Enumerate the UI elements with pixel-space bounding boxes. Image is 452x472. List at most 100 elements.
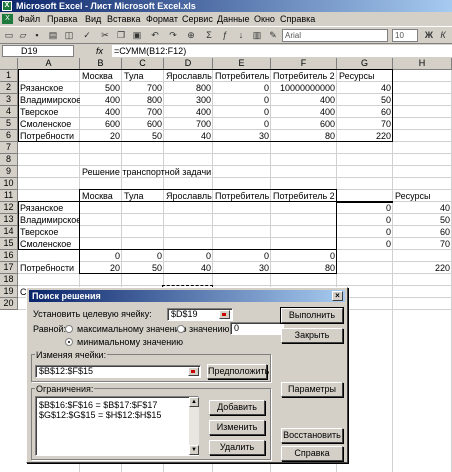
row-header[interactable]: 9 — [0, 166, 18, 178]
table1-value-cell[interactable]: 500 — [80, 82, 122, 94]
italic-icon[interactable]: К — [436, 29, 450, 42]
hyperlink-icon[interactable]: ⊕ — [184, 29, 198, 42]
table1-row-label[interactable]: Смоленское — [18, 118, 80, 130]
radio-min[interactable] — [65, 338, 73, 346]
scroll-down-icon[interactable]: ▼ — [189, 445, 199, 455]
table1-header-cell[interactable]: Потребитель 2 — [271, 70, 337, 82]
row-header[interactable]: 2 — [0, 82, 18, 94]
table2-demand-total[interactable]: 220 — [393, 262, 452, 274]
font-size-select[interactable]: 10 — [392, 29, 418, 42]
font-name-select[interactable]: Arial — [282, 29, 388, 42]
table2-g-cell[interactable]: 0 — [337, 238, 393, 250]
fx-icon[interactable]: fx — [96, 45, 103, 57]
table1-value-cell[interactable]: 0 — [213, 94, 271, 106]
row-header[interactable]: 20 — [0, 298, 18, 310]
cut-icon[interactable]: ✂ — [98, 29, 112, 42]
scroll-up-icon[interactable]: ▲ — [189, 397, 199, 407]
collapse-changing-icon[interactable] — [188, 367, 199, 376]
table2-h-cell[interactable]: 70 — [393, 238, 452, 250]
table1-value-cell[interactable]: 800 — [122, 94, 164, 106]
table1-header-cell[interactable]: Потребитель 1 — [213, 70, 271, 82]
paste-icon[interactable]: ▣ — [130, 29, 144, 42]
row-header[interactable]: 19 — [0, 286, 18, 298]
collapse-dialog-icon[interactable] — [219, 310, 230, 319]
row-header[interactable]: 6 — [0, 130, 18, 142]
table2-sum-cell[interactable]: 0 — [213, 250, 271, 262]
name-box[interactable]: D19 — [2, 45, 74, 57]
table1-value-cell[interactable]: 70 — [337, 118, 393, 130]
row-header[interactable]: 12 — [0, 202, 18, 214]
menu-insert[interactable]: Вставка — [107, 12, 140, 26]
select-all-corner[interactable] — [0, 58, 18, 70]
table2-h-cell[interactable]: 40 — [393, 202, 452, 214]
row-header[interactable]: 15 — [0, 238, 18, 250]
menu-window[interactable]: Окно — [254, 12, 275, 26]
chart-icon[interactable]: ▥ — [250, 29, 264, 42]
table1-value-cell[interactable]: 400 — [80, 94, 122, 106]
options-button[interactable]: Параметры — [281, 382, 343, 397]
sort-asc-icon[interactable]: ↓ — [234, 29, 248, 42]
open-icon[interactable]: ▱ — [16, 29, 30, 42]
table2-resources-header[interactable]: Ресурсы — [393, 190, 452, 202]
solve-button[interactable]: Выполнить — [280, 307, 344, 324]
table2-row-label[interactable]: Тверское — [18, 226, 80, 238]
add-constraint-button[interactable]: Добавить — [209, 400, 265, 415]
table1-value-cell[interactable]: 400 — [271, 94, 337, 106]
row-header[interactable]: 1 — [0, 70, 18, 82]
table1-value-cell[interactable]: 700 — [164, 118, 213, 130]
table2-row-label[interactable]: Владимирское — [18, 214, 80, 226]
drawing-icon[interactable]: ✎ — [266, 29, 280, 42]
help-button[interactable]: Справка — [281, 446, 343, 461]
row-header[interactable]: 4 — [0, 106, 18, 118]
excel-doc-icon[interactable]: X — [2, 14, 13, 24]
menu-data[interactable]: Данные — [217, 12, 250, 26]
table1-value-cell[interactable]: 600 — [271, 118, 337, 130]
constraint-item[interactable]: $G$12:$G$15 = $H$12:$H$15 — [39, 410, 195, 420]
menu-tools[interactable]: Сервис — [182, 12, 213, 26]
table1-header-cell[interactable]: Тула — [122, 70, 164, 82]
close-button[interactable]: Закрыть — [281, 328, 343, 343]
row-header[interactable]: 10 — [0, 178, 18, 190]
spell-icon[interactable]: ✓ — [80, 29, 94, 42]
table1-value-cell[interactable]: 10000000000 — [271, 82, 337, 94]
table1-value-cell[interactable]: 600 — [80, 118, 122, 130]
radio-value[interactable] — [177, 325, 185, 333]
row-header[interactable]: 13 — [0, 214, 18, 226]
row-header[interactable]: 18 — [0, 274, 18, 286]
reset-all-button[interactable]: Восстановить — [281, 428, 343, 443]
preview-icon[interactable]: ◫ — [62, 29, 76, 42]
table1-value-cell[interactable]: 0 — [213, 118, 271, 130]
close-icon[interactable]: × — [332, 291, 343, 301]
row-header[interactable]: 7 — [0, 142, 18, 154]
table1-value-cell[interactable]: 0 — [213, 82, 271, 94]
row-header[interactable]: 3 — [0, 94, 18, 106]
table2-g-cell[interactable]: 0 — [337, 214, 393, 226]
redo-icon[interactable]: ↷ — [166, 29, 180, 42]
save-icon[interactable]: ▪ — [30, 29, 44, 42]
changing-cells-input[interactable]: $B$12:$F$15 — [35, 365, 201, 378]
table1-value-cell[interactable]: 600 — [122, 118, 164, 130]
row-header[interactable]: 11 — [0, 190, 18, 202]
table1-header-cell[interactable]: Москва — [80, 70, 122, 82]
row-header[interactable]: 8 — [0, 154, 18, 166]
table1-value-cell[interactable]: 700 — [122, 106, 164, 118]
table2-g-cell[interactable]: 0 — [337, 226, 393, 238]
row-header[interactable]: 5 — [0, 118, 18, 130]
delete-constraint-button[interactable]: Удалить — [209, 440, 265, 455]
table1-value-cell[interactable]: 400 — [271, 106, 337, 118]
row-header[interactable]: 16 — [0, 250, 18, 262]
menu-format[interactable]: Формат — [146, 12, 178, 26]
column-header[interactable]: H — [393, 58, 452, 70]
table1-row-label[interactable]: Тверское — [18, 106, 80, 118]
copy-icon[interactable]: ❐ — [114, 29, 128, 42]
table2-h-cell[interactable]: 50 — [393, 214, 452, 226]
radio-max[interactable] — [65, 325, 73, 333]
print-icon[interactable]: ▤ — [46, 29, 60, 42]
table1-value-cell[interactable]: 60 — [337, 106, 393, 118]
table1-value-cell[interactable]: 400 — [80, 106, 122, 118]
table1-header-cell[interactable]: Ярославль — [164, 70, 213, 82]
menu-edit[interactable]: Правка — [47, 12, 77, 26]
table2-sum-cell[interactable]: 0 — [80, 250, 122, 262]
table1-row-label[interactable]: Рязанское — [18, 82, 80, 94]
table2-h-cell[interactable]: 60 — [393, 226, 452, 238]
